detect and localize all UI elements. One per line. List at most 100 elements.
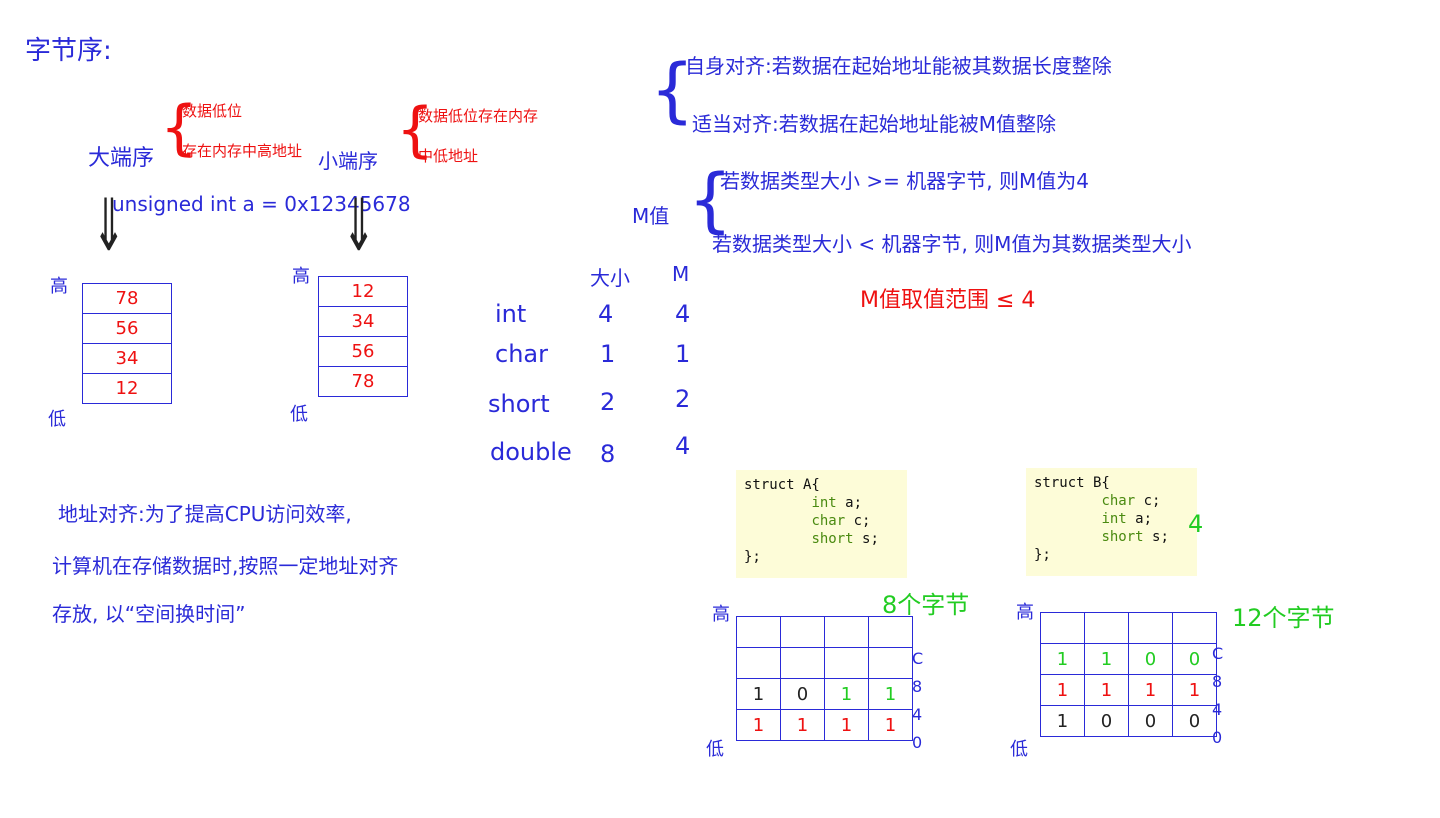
- offset: C: [1212, 644, 1224, 663]
- memory-cell: [1041, 613, 1085, 644]
- type: int: [495, 300, 527, 328]
- m-value-range: M值取值范围 ≤ 4: [860, 288, 1036, 313]
- m: 2: [675, 385, 691, 413]
- memory-cell: 0: [1173, 706, 1217, 737]
- memory-cell: 1: [825, 679, 869, 710]
- memory-cell: 0: [1129, 644, 1173, 675]
- memory-cell: 1: [825, 710, 869, 741]
- memory-cell: [1085, 613, 1129, 644]
- memory-cell: 56: [319, 336, 407, 366]
- field: c;: [1143, 493, 1161, 509]
- little-endian-label: 小端序: [318, 149, 378, 173]
- memory-cell: [781, 617, 825, 648]
- type: short: [488, 390, 550, 418]
- address-align-text: 存放, 以“空间换时间”: [52, 602, 246, 626]
- field: s;: [862, 531, 879, 547]
- struct-b-size: 12个字节: [1232, 604, 1335, 632]
- text: :若数据在起始地址能被M值整除: [772, 112, 1056, 136]
- size: 1: [600, 340, 616, 368]
- memory-cell: 1: [869, 679, 913, 710]
- offset: 4: [1212, 700, 1223, 719]
- label: 适当对齐: [692, 112, 772, 136]
- type: double: [490, 438, 572, 466]
- big-endian-note: 数据低位: [182, 102, 243, 120]
- m: 1: [675, 340, 691, 368]
- low-label: 低: [48, 409, 66, 430]
- offset: 0: [1212, 728, 1223, 747]
- memory-cell: 1: [1085, 644, 1129, 675]
- arrow-down-icon: ⇓: [92, 185, 126, 268]
- little-endian-memory: 12 34 56 78: [318, 276, 408, 397]
- little-endian-note: 数据低位存在内存: [418, 107, 539, 125]
- struct-b-code: struct B{ char c; int a; short s; };: [1026, 468, 1197, 576]
- struct-a-memory-grid: 10111111: [736, 616, 913, 741]
- memory-cell: [1129, 613, 1173, 644]
- memory-cell: 1: [1041, 706, 1085, 737]
- memory-cell: [825, 648, 869, 679]
- big-endian-note: 存在内存中高地址: [182, 142, 303, 160]
- big-endian-memory: 78 56 34 12: [82, 283, 172, 404]
- memory-cell: 0: [1173, 644, 1217, 675]
- offset: 8: [912, 677, 923, 696]
- address-align-text: 地址对齐:为了提高CPU访问效率,: [58, 502, 352, 526]
- type: int: [1101, 511, 1127, 527]
- memory-cell: 0: [1129, 706, 1173, 737]
- struct-b-memory-grid: 110011111000: [1040, 612, 1217, 737]
- struct-b-note: 4: [1188, 510, 1204, 538]
- memory-cell: 1: [781, 710, 825, 741]
- memory-cell: [825, 617, 869, 648]
- memory-cell: 56: [83, 313, 171, 343]
- memory-cell: 78: [83, 283, 171, 313]
- offsets: C 8 4 0: [1212, 640, 1223, 752]
- type: char: [811, 513, 846, 529]
- high-label: 高: [50, 276, 68, 297]
- offset: 0: [912, 733, 923, 752]
- struct-a-size: 8个字节: [882, 591, 970, 619]
- high-label: 高: [1016, 602, 1034, 623]
- code-line: };: [744, 549, 761, 565]
- m-value-rule: 若数据类型大小 < 机器字节, 则M值为其数据类型大小: [712, 232, 1192, 256]
- memory-cell: 12: [83, 373, 171, 404]
- low-label: 低: [1010, 739, 1028, 760]
- memory-cell: 1: [1041, 644, 1085, 675]
- memory-cell: 0: [781, 679, 825, 710]
- self-align: 自身对齐:若数据在起始地址能被其数据长度整除: [685, 50, 1112, 79]
- address-align-text: 计算机在存储数据时,按照一定地址对齐: [52, 554, 399, 578]
- code-line: struct B{: [1034, 475, 1110, 491]
- offset: C: [912, 649, 924, 668]
- memory-cell: [781, 648, 825, 679]
- proper-align: 适当对齐:若数据在起始地址能被M值整除: [692, 108, 1056, 137]
- little-endian-note: 中低地址: [418, 147, 479, 165]
- type: int: [811, 495, 837, 511]
- m: 4: [675, 432, 691, 460]
- field: a;: [1135, 511, 1153, 527]
- low-label: 低: [706, 739, 724, 760]
- title: 字节序:: [25, 36, 112, 66]
- memory-cell: 34: [83, 343, 171, 373]
- offsets: C 8 4 0: [912, 645, 923, 757]
- code-line: struct A{: [744, 477, 820, 493]
- memory-cell: [869, 617, 913, 648]
- field: c;: [853, 513, 871, 529]
- big-endian-label: 大端序: [88, 146, 155, 171]
- memory-cell: 1: [1041, 675, 1085, 706]
- type: char: [1101, 493, 1136, 509]
- text: :若数据在起始地址能被其数据长度整除: [765, 54, 1112, 78]
- offset: 8: [1212, 672, 1223, 691]
- m-value-label: M值: [632, 204, 670, 228]
- m-value-rule: 若数据类型大小 >= 机器字节, 则M值为4: [720, 169, 1089, 193]
- high-label: 高: [712, 604, 730, 625]
- size: 4: [598, 300, 614, 328]
- low-label: 低: [290, 404, 308, 425]
- memory-cell: [737, 617, 781, 648]
- memory-cell: [737, 648, 781, 679]
- high-label: 高: [292, 266, 310, 287]
- memory-cell: [869, 648, 913, 679]
- memory-cell: [1173, 613, 1217, 644]
- field: s;: [1152, 529, 1169, 545]
- type: short: [1101, 529, 1144, 545]
- struct-a-code: struct A{ int a; char c; short s; };: [736, 470, 907, 578]
- offset: 4: [912, 705, 923, 724]
- field: a;: [845, 495, 863, 511]
- header: M: [672, 262, 690, 286]
